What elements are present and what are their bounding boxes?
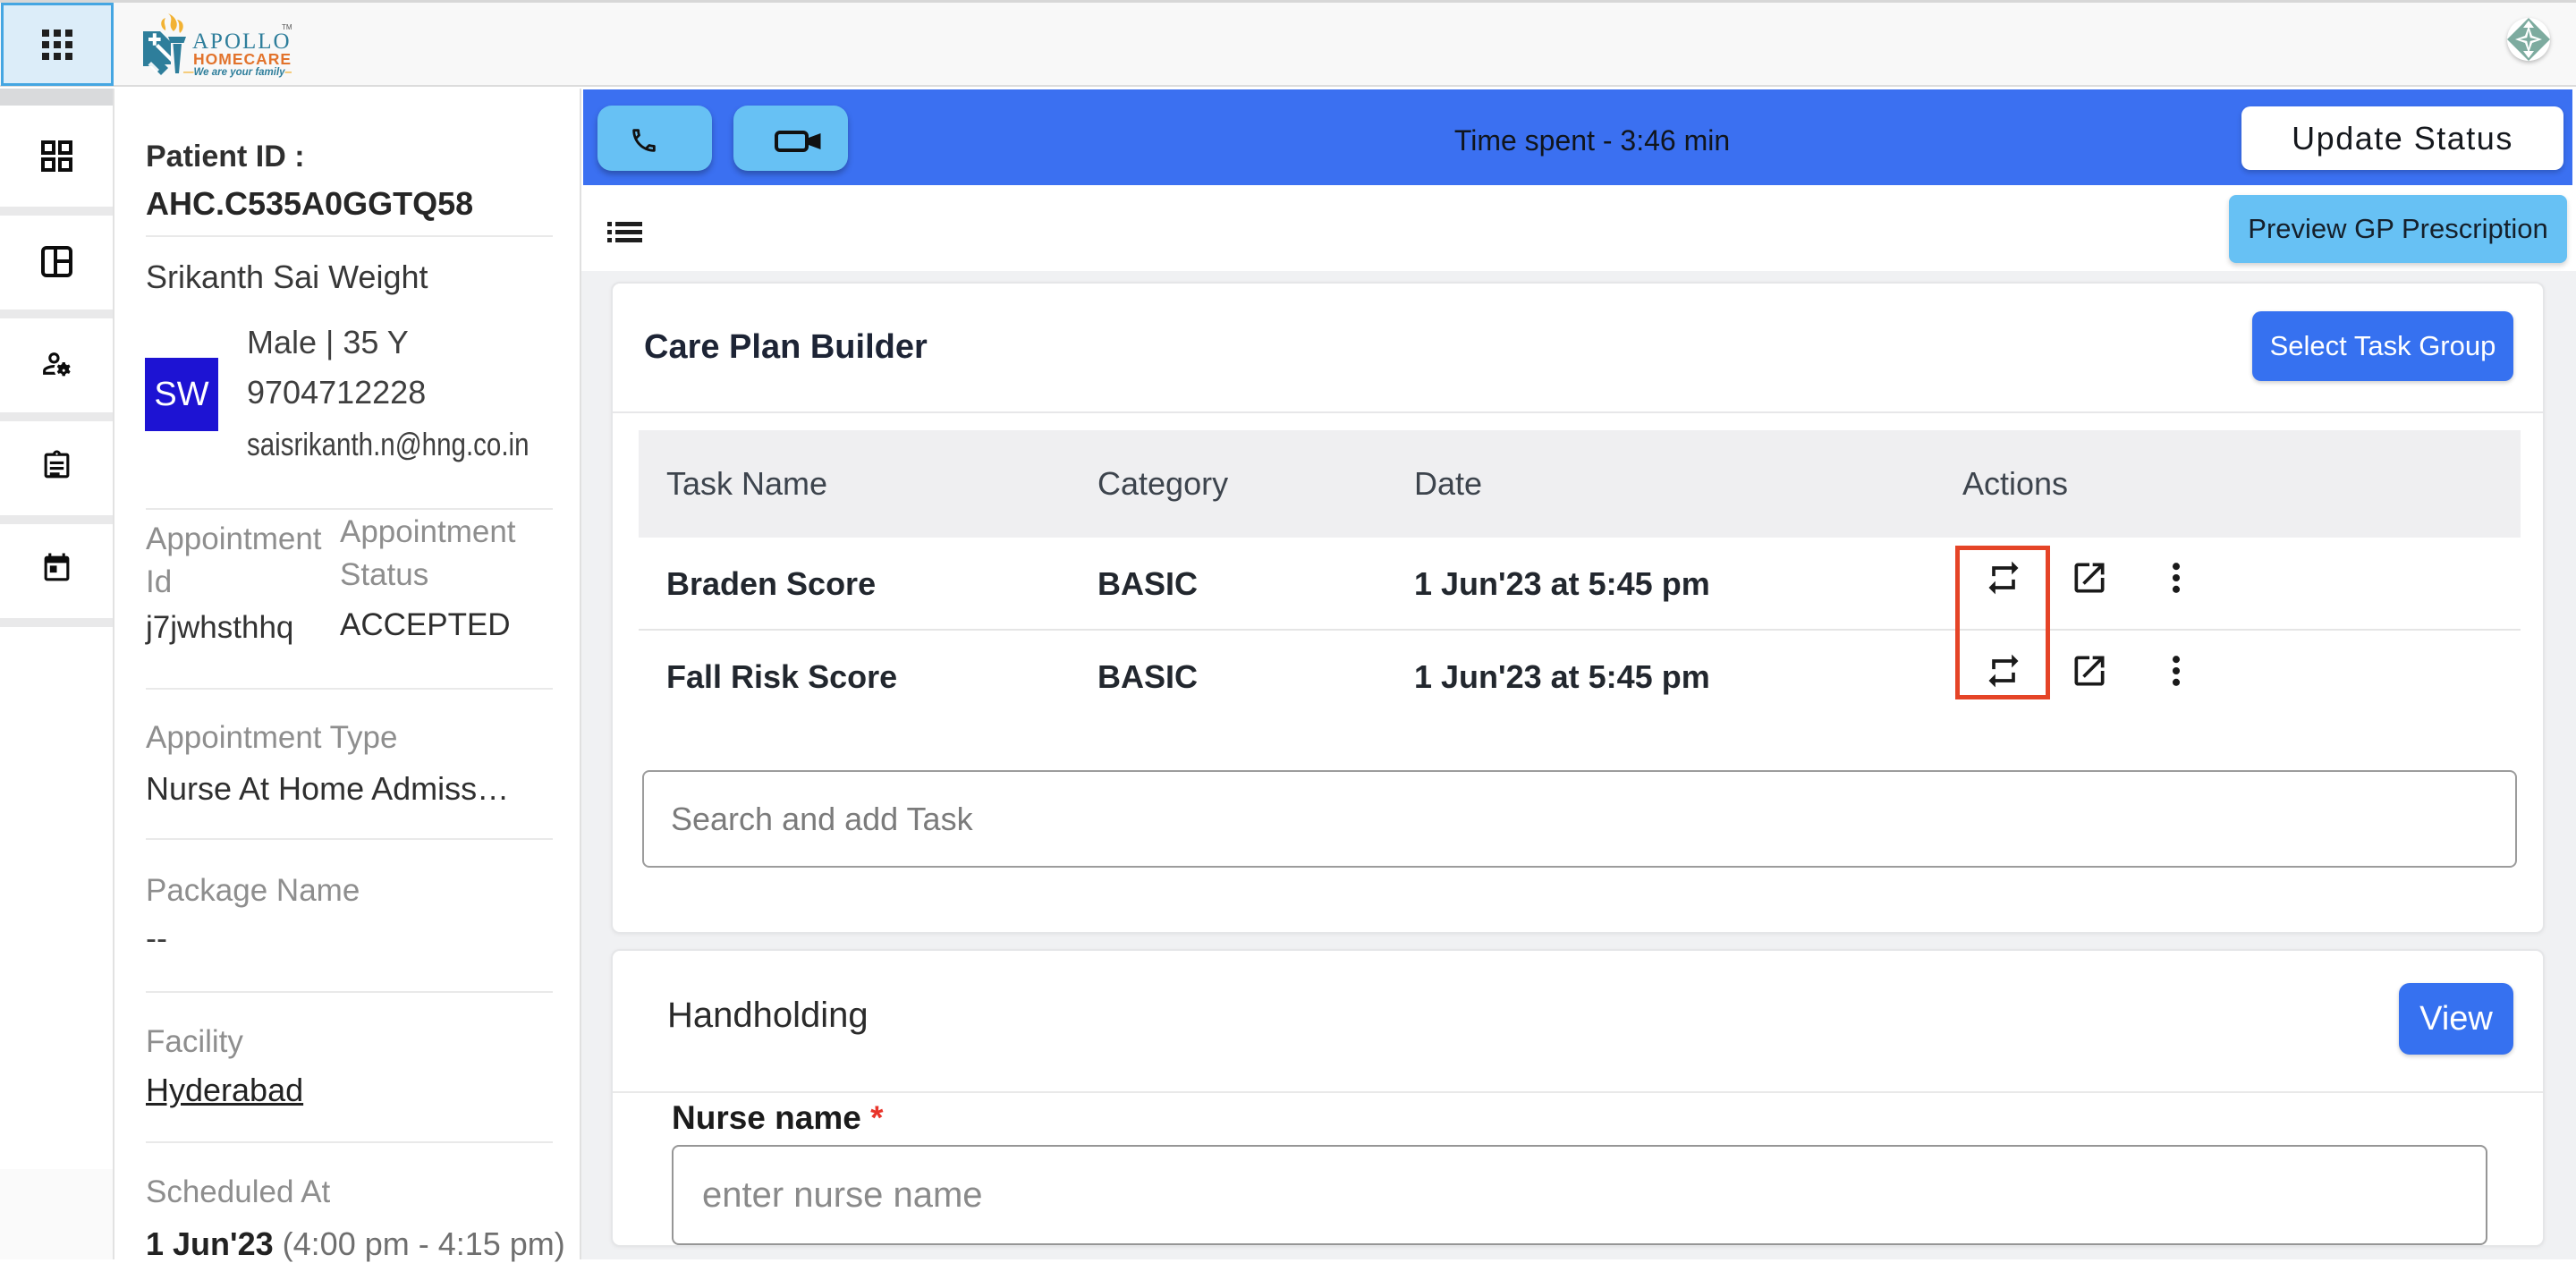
svg-text:TM: TM bbox=[282, 23, 292, 31]
svg-text:—We are your family—: —We are your family— bbox=[182, 67, 292, 78]
svg-text:HOMECARE: HOMECARE bbox=[193, 50, 292, 68]
